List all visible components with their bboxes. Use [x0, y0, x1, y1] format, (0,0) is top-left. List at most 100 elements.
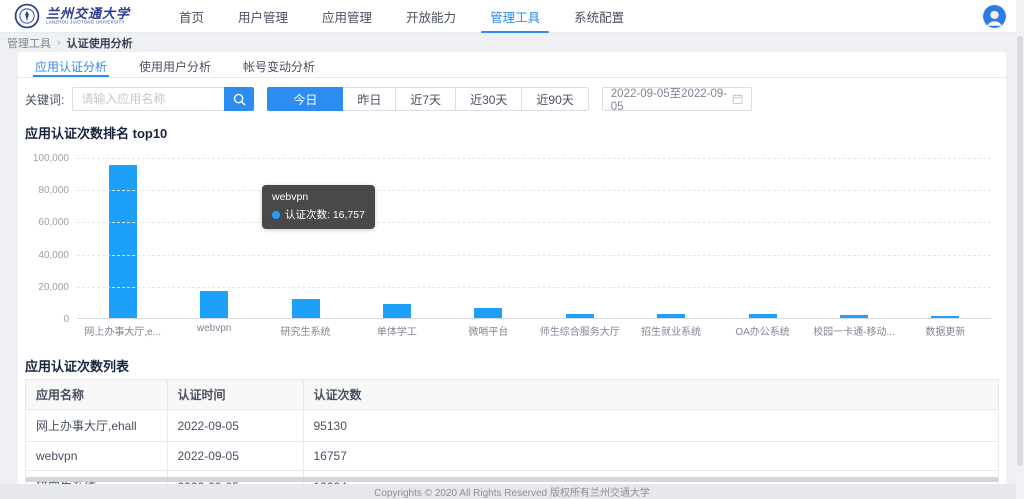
x-axis-category-label: 单体学工	[351, 323, 442, 338]
horizontal-scrollbar[interactable]	[25, 477, 999, 482]
keyword-input[interactable]	[72, 87, 224, 111]
vertical-scrollbar-track	[1016, 0, 1024, 499]
bar[interactable]	[474, 308, 502, 318]
table-row[interactable]: webvpn2022-09-0516757	[26, 442, 998, 471]
page-footer: Copyrights © 2020 All Rights Reserved 版权…	[0, 484, 1024, 499]
tab-bar: 应用认证分析使用用户分析帐号变动分析	[18, 52, 1006, 78]
table-header-row: 应用名称认证时间认证次数	[26, 380, 998, 410]
table-cell: 16757	[303, 442, 998, 471]
x-axis-category-label: 校园一卡通-移动...	[808, 323, 899, 338]
gridline	[77, 222, 991, 223]
auth-count-table: 应用名称认证时间认证次数 网上办事大厅,ehall2022-09-0595130…	[25, 379, 999, 484]
user-avatar[interactable]	[983, 5, 1006, 28]
x-axis-category-label: 数据更新	[900, 323, 991, 338]
tab[interactable]: 帐号变动分析	[233, 52, 325, 77]
bar[interactable]	[200, 291, 228, 318]
keyword-label: 关键词:	[25, 91, 64, 108]
tab[interactable]: 应用认证分析	[25, 52, 117, 77]
bar-column	[900, 316, 991, 318]
table-cell: webvpn	[26, 442, 167, 471]
quick-range-button[interactable]: 近30天	[455, 87, 522, 111]
bar[interactable]	[292, 299, 320, 318]
bar-column	[534, 314, 625, 318]
breadcrumb-current: 认证使用分析	[67, 35, 133, 51]
x-axis-category-label: 研究生系统	[260, 323, 351, 338]
quick-range-button[interactable]: 近90天	[521, 87, 588, 111]
date-range-picker[interactable]: 2022-09-05至2022-09-05	[602, 87, 752, 111]
filter-bar: 关键词: 今日昨日近7天近30天近90天 2022-09-05至2022-09-…	[25, 87, 999, 111]
breadcrumb-separator-icon: ›	[57, 37, 61, 49]
y-axis-tick-label: 20,000	[25, 282, 69, 293]
content-card: 应用认证分析使用用户分析帐号变动分析 关键词: 今日昨日近7天近30天近90天 …	[18, 52, 1006, 484]
copyright-text: Copyrights © 2020 All Rights Reserved 版权…	[374, 484, 650, 499]
chart-title: 应用认证次数排名 top10	[18, 123, 1006, 142]
y-axis-tick-label: 40,000	[25, 250, 69, 261]
x-axis-category-label: 师生综合服务大厅	[534, 323, 625, 338]
university-emblem-icon	[14, 3, 40, 29]
quick-range-button[interactable]: 昨日	[342, 87, 396, 111]
x-axis-category-label: 微哨平台	[443, 323, 534, 338]
bar-column	[443, 308, 534, 318]
table-row[interactable]: 网上办事大厅,ehall2022-09-0595130	[26, 410, 998, 442]
table-cell: 2022-09-05	[167, 442, 303, 471]
bar-column	[77, 165, 168, 318]
x-axis-category-label: OA办公系统	[717, 323, 808, 338]
table-header-cell: 认证时间	[167, 380, 303, 410]
table-cell: 网上办事大厅,ehall	[26, 410, 167, 442]
bar-column	[625, 314, 716, 318]
bar[interactable]	[109, 165, 137, 318]
user-icon	[983, 5, 1006, 28]
breadcrumb-item[interactable]: 管理工具	[7, 35, 51, 51]
series-dot-icon	[272, 211, 280, 219]
logo-title: 兰州交通大学	[46, 7, 155, 20]
bar[interactable]	[383, 304, 411, 318]
quick-range-button[interactable]: 近7天	[395, 87, 456, 111]
bar[interactable]	[749, 314, 777, 318]
tooltip-value: 认证次数: 16,757	[285, 207, 365, 222]
bar[interactable]	[657, 314, 685, 318]
nav-item[interactable]: 管理工具	[473, 0, 557, 32]
y-axis-tick-label: 80,000	[25, 185, 69, 196]
nav-item[interactable]: 应用管理	[305, 0, 389, 32]
y-axis-tick-label: 100,000	[25, 153, 69, 164]
x-axis-category-label: 网上办事大厅,e...	[77, 323, 168, 338]
quick-range-button[interactable]: 今日	[267, 87, 343, 111]
nav-item[interactable]: 系统配置	[557, 0, 641, 32]
table-header-cell: 应用名称	[26, 380, 167, 410]
chart-x-axis: 网上办事大厅,e...webvpn研究生系统单体学工微哨平台师生综合服务大厅招生…	[77, 323, 991, 338]
bar-column	[168, 291, 259, 318]
keyword-search	[72, 87, 254, 111]
nav-item[interactable]: 首页	[162, 0, 221, 32]
date-range-value: 2022-09-05至2022-09-05	[611, 85, 732, 113]
search-button[interactable]	[224, 87, 254, 111]
bar-column	[717, 314, 808, 318]
main-nav: 首页用户管理应用管理开放能力管理工具系统配置	[162, 0, 641, 32]
logo-text: 兰州交通大学 LANZHOU JIAOTONG UNIVERSITY	[46, 7, 155, 26]
bar[interactable]	[566, 314, 594, 318]
tab[interactable]: 使用用户分析	[129, 52, 221, 77]
x-axis-category-label: 招生就业系统	[625, 323, 716, 338]
nav-item[interactable]: 开放能力	[389, 0, 473, 32]
bar[interactable]	[931, 316, 959, 318]
bar[interactable]	[840, 315, 868, 318]
chart-tooltip: webvpn 认证次数: 16,757	[262, 185, 375, 229]
table-cell: 2022-09-05	[167, 410, 303, 442]
table-header-cell: 认证次数	[303, 380, 998, 410]
bar-column	[260, 299, 351, 318]
bar-column	[351, 304, 442, 318]
bar-chart: webvpn 认证次数: 16,757 网上办事大厅,e...webvpn研究生…	[25, 150, 999, 340]
breadcrumb: 管理工具 › 认证使用分析	[0, 33, 1024, 52]
chart-bars	[77, 158, 991, 318]
logo-subtitle: LANZHOU JIAOTONG UNIVERSITY	[46, 20, 125, 24]
tooltip-title: webvpn	[272, 191, 365, 203]
nav-item[interactable]: 用户管理	[221, 0, 305, 32]
search-icon	[233, 93, 246, 106]
vertical-scrollbar-thumb[interactable]	[1017, 36, 1023, 466]
date-quick-ranges: 今日昨日近7天近30天近90天	[267, 87, 588, 111]
chart-plot-area: webvpn 认证次数: 16,757	[77, 158, 991, 319]
university-logo[interactable]: 兰州交通大学 LANZHOU JIAOTONG UNIVERSITY	[14, 3, 146, 29]
top-header: 兰州交通大学 LANZHOU JIAOTONG UNIVERSITY 首页用户管…	[0, 0, 1024, 33]
gridline	[77, 158, 991, 159]
gridline	[77, 255, 991, 256]
bar-column	[808, 315, 899, 318]
